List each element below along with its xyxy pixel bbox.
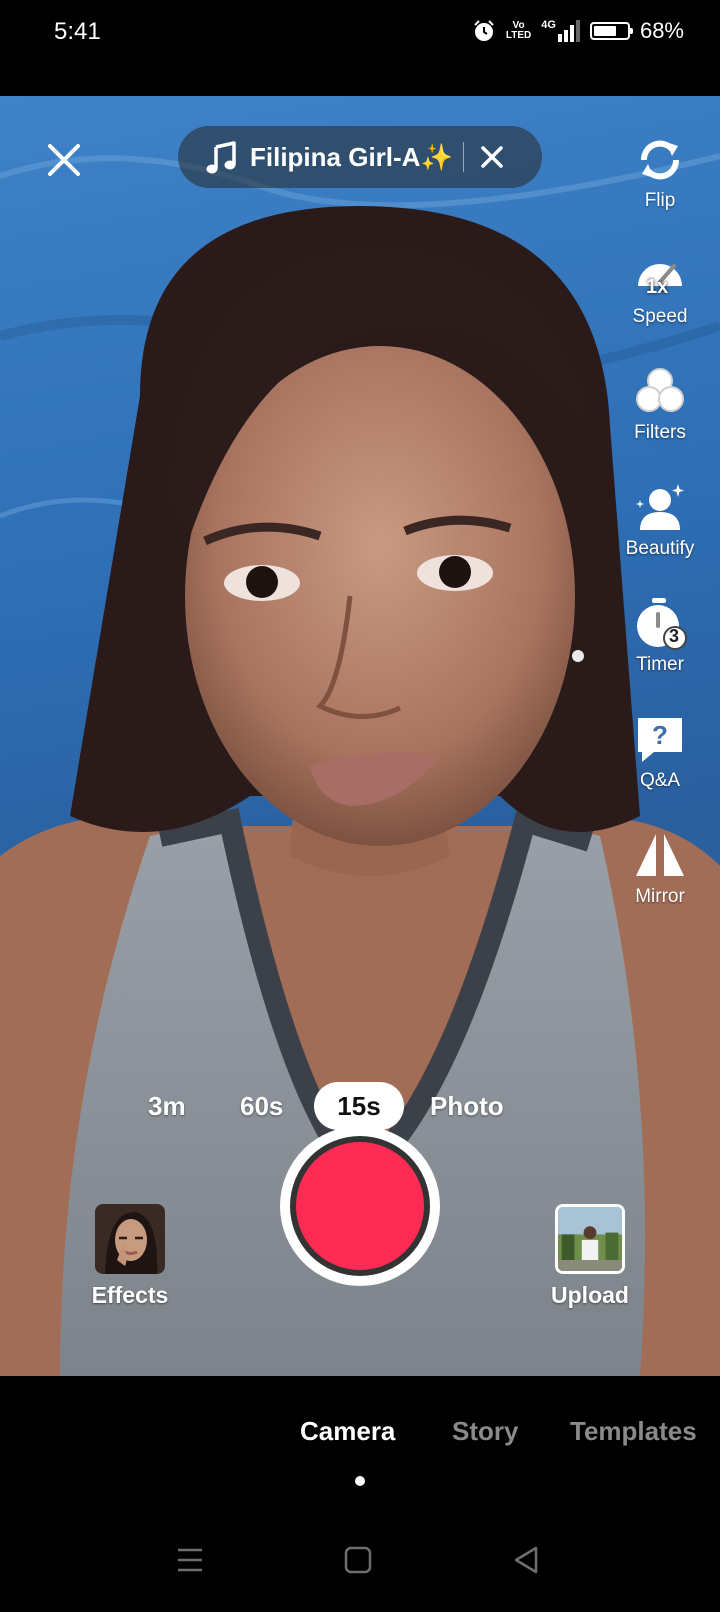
- camera-preview[interactable]: Filipina Girl-A✨ Flip 1x Speed Filters B…: [0, 96, 720, 1376]
- menu-icon[interactable]: [168, 1538, 212, 1582]
- timer-button[interactable]: 3 Timer: [610, 596, 710, 676]
- filters-button[interactable]: Filters: [610, 364, 710, 444]
- close-icon[interactable]: [42, 138, 86, 182]
- status-icons: Vo LTED 4G 68%: [472, 18, 684, 44]
- flip-camera-icon: [640, 140, 680, 180]
- duration-3m[interactable]: 3m: [148, 1082, 186, 1130]
- home-icon[interactable]: [336, 1538, 380, 1582]
- mode-tabs: Camera Story Templates: [0, 1376, 720, 1506]
- beautify-label: Beautify: [625, 538, 695, 559]
- volte-indicator: Vo LTED: [505, 20, 532, 41]
- signal-icon: 4G: [541, 20, 580, 42]
- timer-label: Timer: [636, 654, 684, 675]
- qa-label: Q&A: [639, 770, 681, 791]
- beautify-button[interactable]: Beautify: [610, 480, 710, 560]
- speed-button[interactable]: 1x Speed: [610, 248, 710, 328]
- question-bubble-icon: ?: [638, 718, 682, 762]
- svg-text:?: ?: [652, 720, 668, 750]
- alarm-icon: [474, 20, 494, 41]
- filters-label: Filters: [634, 422, 686, 443]
- duration-15s[interactable]: 15s: [314, 1082, 404, 1130]
- battery-percent: 68%: [639, 18, 684, 43]
- upload-label: Upload: [551, 1282, 629, 1308]
- effects-label: Effects: [91, 1282, 169, 1308]
- mirror-label: Mirror: [635, 886, 685, 907]
- add-sound-pill[interactable]: Filipina Girl-A✨: [178, 126, 542, 188]
- timer-icon: 3: [632, 596, 688, 652]
- status-time: 5:41: [54, 18, 101, 45]
- duration-photo[interactable]: Photo: [430, 1082, 504, 1130]
- signal-bars-icon: [557, 20, 580, 42]
- tab-templates[interactable]: Templates: [570, 1416, 697, 1447]
- beautify-icon: [636, 484, 684, 530]
- remove-sound-icon[interactable]: [478, 143, 506, 171]
- effects-button[interactable]: Effects: [90, 1204, 170, 1309]
- back-icon[interactable]: [504, 1538, 548, 1582]
- battery-icon: [589, 22, 633, 40]
- flip-label: Flip: [644, 190, 676, 211]
- music-note-icon: [206, 141, 236, 174]
- filters-icon: [636, 368, 684, 412]
- system-nav-bar: [0, 1506, 720, 1612]
- effects-thumbnail: [95, 1204, 165, 1274]
- speed-value: 1x: [646, 276, 669, 298]
- mirror-icon: [636, 834, 684, 876]
- qa-button[interactable]: ? Q&A: [610, 712, 710, 792]
- tab-camera[interactable]: Camera: [300, 1416, 395, 1447]
- status-bar: 5:41 Vo LTED 4G 68%: [0, 0, 720, 96]
- speed-label: Speed: [632, 306, 688, 327]
- sound-title: Filipina Girl-A✨: [250, 141, 453, 172]
- record-core: [296, 1142, 424, 1270]
- duration-60s[interactable]: 60s: [240, 1082, 283, 1130]
- mirror-button[interactable]: Mirror: [610, 828, 710, 908]
- duration-selector: 3m 60s 15s Photo: [0, 1082, 720, 1132]
- record-button[interactable]: [280, 1126, 440, 1286]
- upload-button[interactable]: Upload: [540, 1204, 640, 1309]
- tab-story[interactable]: Story: [452, 1416, 518, 1447]
- pill-divider: [462, 142, 464, 172]
- active-tab-indicator: [355, 1476, 365, 1486]
- flip-button[interactable]: Flip: [610, 132, 710, 212]
- timer-value: 3: [669, 626, 680, 646]
- upload-thumbnail: [555, 1204, 625, 1274]
- speed-icon: 1x: [632, 248, 688, 304]
